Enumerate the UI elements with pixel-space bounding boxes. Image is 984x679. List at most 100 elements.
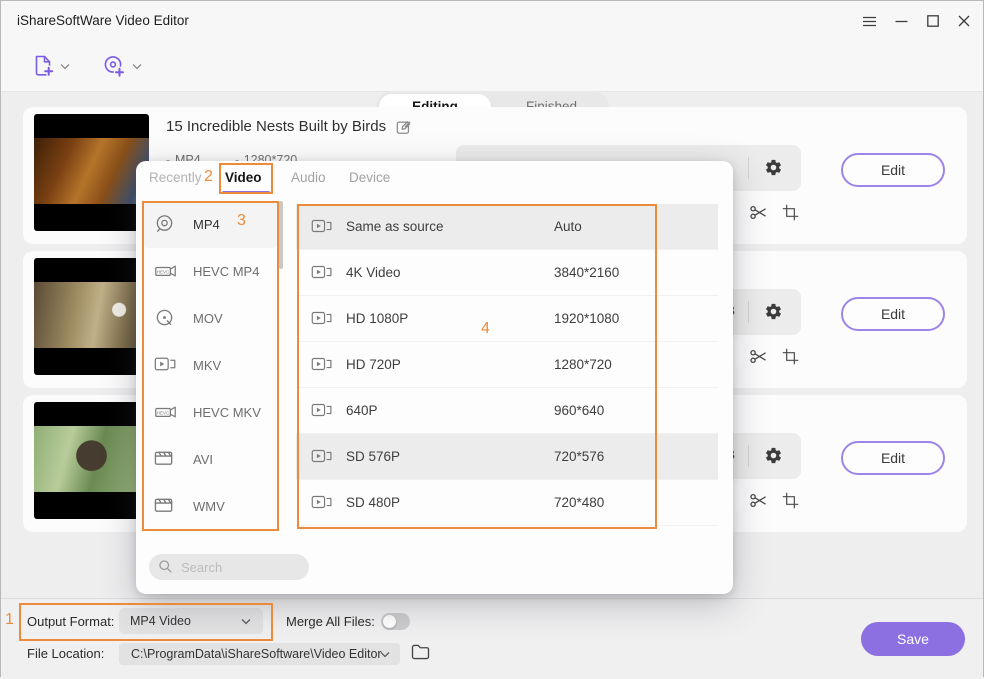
menu-icon[interactable] (856, 9, 882, 33)
preset-resolution: Auto (554, 219, 582, 234)
format-label: MOV (193, 311, 223, 326)
video-camera-icon (154, 354, 177, 374)
chevron-down-icon (380, 651, 390, 658)
toggle-knob (383, 615, 396, 628)
disc-icon (154, 213, 175, 235)
preset-name: Same as source (346, 219, 444, 234)
merge-toggle[interactable] (381, 613, 410, 630)
gear-icon[interactable] (764, 446, 783, 465)
add-disc-button[interactable] (101, 53, 142, 79)
preset-name: HD 1080P (346, 311, 408, 326)
crop-icon[interactable] (782, 348, 799, 365)
svg-text:HEVC: HEVC (157, 269, 170, 274)
app-window: iShareSoftWare Video Editor (0, 0, 984, 677)
preset-row-4k[interactable]: 4K Video 3840*2160 (296, 250, 718, 296)
edit-button[interactable]: Edit (841, 153, 945, 187)
disc-dot-icon (154, 307, 175, 329)
preset-resolution: 1280*720 (554, 357, 612, 372)
minimize-icon[interactable] (888, 9, 914, 33)
add-file-button[interactable] (30, 53, 70, 79)
popup-tab-video[interactable]: Video (225, 170, 262, 185)
hevc-badge-icon: HEVC (154, 260, 177, 282)
window-title: iShareSoftWare Video Editor (17, 13, 189, 28)
gear-icon[interactable] (764, 158, 783, 177)
edit-button[interactable]: Edit (841, 441, 945, 475)
video-camera-icon (311, 355, 333, 373)
rename-icon[interactable] (396, 119, 412, 135)
format-list-item-hevc-mkv[interactable]: HEVC HEVC MKV (142, 389, 278, 436)
hevc-badge-icon: HEVC (154, 401, 177, 423)
annotation-number-4: 4 (481, 320, 490, 338)
preset-resolution: 3840*2160 (554, 265, 619, 280)
trim-scissors-icon[interactable] (749, 347, 768, 366)
format-label: HEVC MP4 (193, 264, 259, 279)
maximize-icon[interactable] (920, 9, 946, 33)
format-label: HEVC MKV (193, 405, 261, 420)
format-label: MP4 (193, 217, 220, 232)
popup-tab-audio[interactable]: Audio (291, 170, 326, 185)
trim-scissors-icon[interactable] (749, 491, 768, 510)
format-label: MKV (193, 358, 221, 373)
preset-name: HD 720P (346, 357, 401, 372)
output-format-label: Output Format: (27, 614, 114, 629)
close-icon[interactable] (951, 9, 977, 33)
active-tab-underline (222, 191, 270, 194)
annotation-number-1: 1 (5, 611, 14, 629)
crop-icon[interactable] (782, 204, 799, 221)
video-camera-icon (311, 309, 333, 327)
popup-tab-recently[interactable]: Recently (149, 170, 202, 185)
add-file-icon (30, 53, 55, 79)
format-list-item-avi[interactable]: AVI (142, 436, 278, 483)
popup-tab-device[interactable]: Device (349, 170, 390, 185)
save-button[interactable]: Save (861, 622, 965, 656)
format-picker-popup: Recently Video Audio Device MP4 HEVC HEV… (136, 161, 733, 594)
video-camera-icon (311, 447, 333, 465)
preset-resolution: 960*640 (554, 403, 604, 418)
file-location-label: File Location: (27, 646, 104, 661)
svg-text:HEVC: HEVC (157, 410, 170, 415)
chevron-down-icon (60, 63, 70, 70)
video-camera-icon (311, 401, 333, 419)
crop-icon[interactable] (782, 492, 799, 509)
video-title: 15 Incredible Nests Built by Birds (166, 118, 386, 135)
preset-row-same-as-source[interactable]: Same as source Auto (296, 204, 718, 250)
merge-all-files-label: Merge All Files: (286, 614, 375, 629)
output-format-value: MP4 Video (130, 614, 191, 628)
file-location-value: C:\ProgramData\iShareSoftware\Video Edit… (131, 647, 382, 661)
preset-name: SD 576P (346, 449, 400, 464)
preset-row-576p[interactable]: SD 576P 720*576 (296, 434, 718, 480)
output-format-dropdown[interactable]: MP4 Video (119, 608, 263, 634)
file-location-dropdown[interactable]: C:\ProgramData\iShareSoftware\Video Edit… (119, 643, 400, 665)
title-bar: iShareSoftWare Video Editor (1, 1, 983, 42)
bottom-bar: Output Format: MP4 Video Merge All Files… (1, 598, 983, 679)
search-input[interactable] (179, 557, 301, 578)
preset-row-480p[interactable]: SD 480P 720*480 (296, 480, 718, 526)
preset-row-1080p[interactable]: HD 1080P 1920*1080 (296, 296, 718, 342)
format-list-item-hevc-mp4[interactable]: HEVC HEVC MP4 (142, 248, 278, 295)
sidebar-scrollbar-thumb[interactable] (279, 201, 283, 269)
preset-resolution: 1920*1080 (554, 311, 619, 326)
edit-button[interactable]: Edit (841, 297, 945, 331)
preset-name: 4K Video (346, 265, 401, 280)
gear-icon[interactable] (764, 302, 783, 321)
video-thumbnail[interactable] (34, 114, 149, 231)
open-folder-icon[interactable] (411, 644, 430, 660)
preset-row-640p[interactable]: 640P 960*640 (296, 388, 718, 434)
format-search (149, 554, 309, 580)
annotation-number-2: 2 (204, 168, 213, 186)
video-camera-icon (311, 217, 333, 235)
video-thumbnail[interactable] (34, 402, 149, 519)
video-camera-icon (311, 263, 333, 281)
format-list-item-mkv[interactable]: MKV (142, 342, 278, 389)
format-list-item-mov[interactable]: MOV (142, 295, 278, 342)
search-icon (158, 559, 174, 575)
toolbar: Editing Finished (1, 41, 983, 92)
format-list-item-wmv[interactable]: WMV (142, 483, 278, 530)
chevron-down-icon (132, 63, 142, 70)
format-list-item-mp4[interactable]: MP4 (142, 201, 278, 248)
preset-row-720p[interactable]: HD 720P 1280*720 (296, 342, 718, 388)
trim-scissors-icon[interactable] (749, 203, 768, 222)
clapperboard-icon (154, 495, 175, 515)
video-thumbnail[interactable] (34, 258, 149, 375)
video-camera-icon (311, 493, 333, 511)
